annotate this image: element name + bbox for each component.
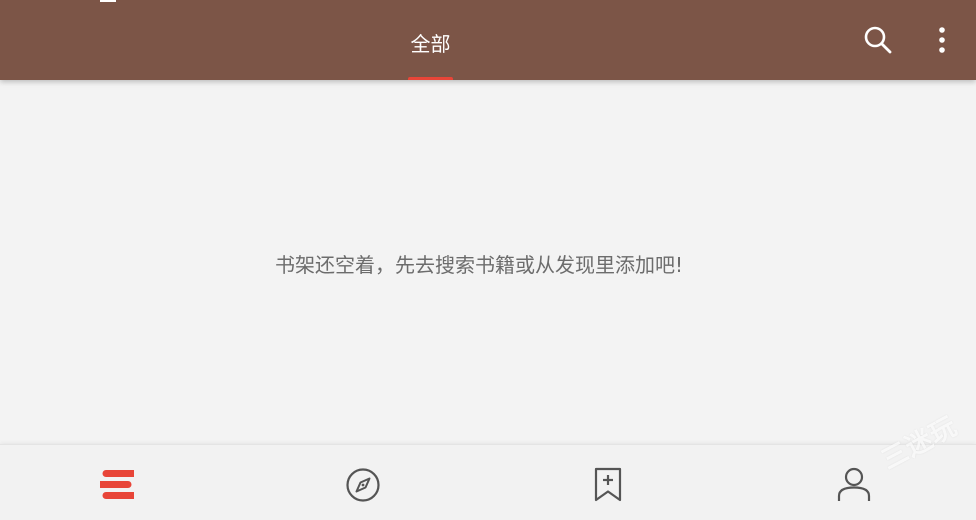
bookmark-add-icon xyxy=(594,467,622,502)
person-icon xyxy=(837,467,871,501)
app-window: 全部 书架还空着，先去搜索书籍或从发现里添加吧! 三迷玩 xyxy=(0,0,976,520)
empty-bookshelf-message: 书架还空着，先去搜索书籍或从发现里添加吧! xyxy=(274,253,684,277)
tab-all[interactable]: 全部 xyxy=(400,0,461,80)
compass-icon xyxy=(346,468,380,502)
bookshelf-icon xyxy=(100,470,134,499)
search-button[interactable] xyxy=(860,22,896,58)
nav-profile[interactable] xyxy=(834,465,874,505)
tab-all-label: 全部 xyxy=(410,32,451,56)
active-tab-indicator xyxy=(408,77,453,80)
more-vertical-icon xyxy=(939,27,945,53)
search-icon xyxy=(864,26,892,54)
nav-bookshelf[interactable] xyxy=(97,465,137,505)
nav-explore[interactable] xyxy=(343,465,383,505)
nav-add-book[interactable] xyxy=(588,465,628,505)
top-app-bar: 全部 xyxy=(0,0,976,80)
bottom-navigation xyxy=(0,444,976,520)
status-bar-fragment xyxy=(100,0,116,2)
more-options-button[interactable] xyxy=(924,22,960,58)
